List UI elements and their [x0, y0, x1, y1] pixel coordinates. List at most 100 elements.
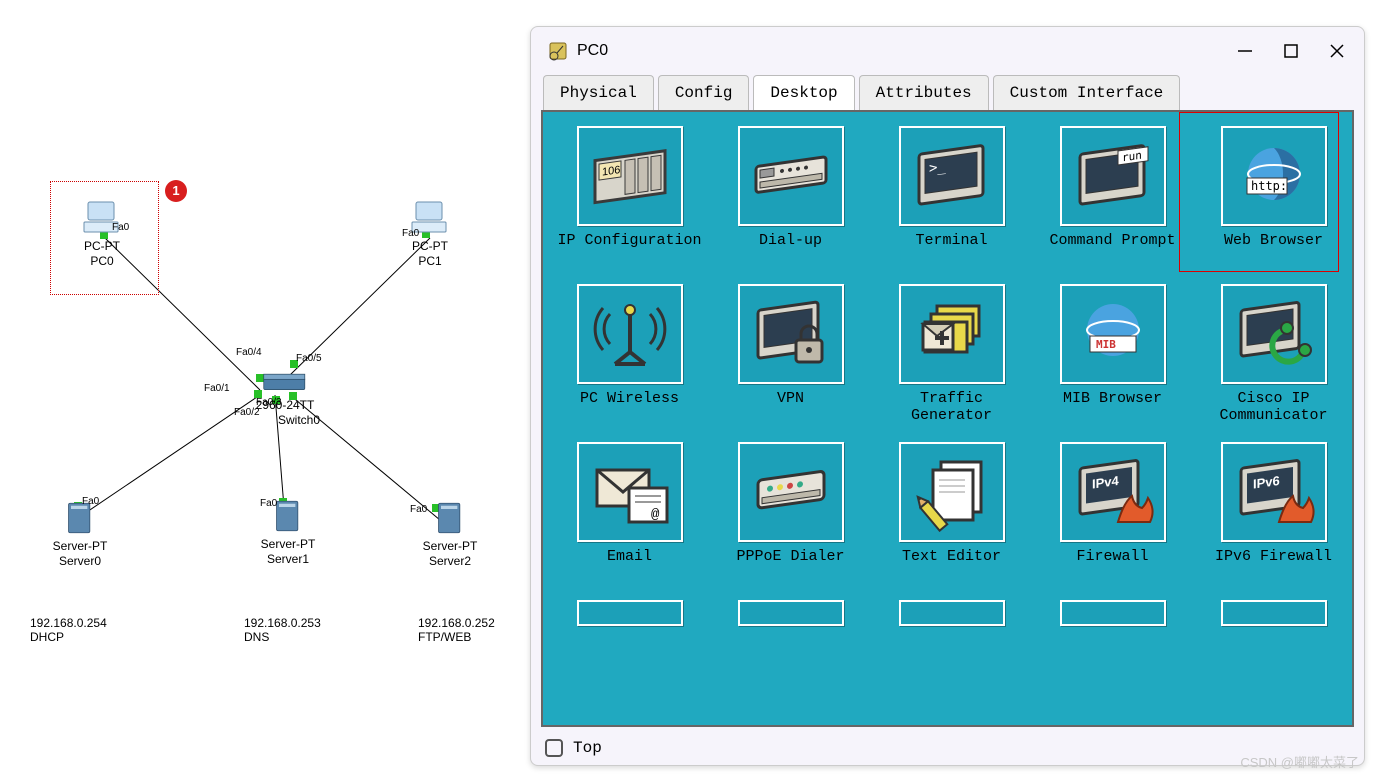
close-button[interactable] [1328, 42, 1346, 60]
device-name: Server0 [59, 554, 101, 568]
device-pc0[interactable]: Fa0 PC-PT PC0 [62, 200, 142, 268]
bottom-bar: Top [531, 731, 1364, 765]
mib-icon: MIB [1068, 294, 1158, 374]
device-type: Server-PT [53, 539, 108, 553]
app-label: Traffic Generator [879, 390, 1024, 426]
app-label: PC Wireless [580, 390, 679, 426]
device-type: 2960-24TT [256, 398, 315, 412]
desktop-pane[interactable]: 2 106 IP Configuration [541, 110, 1354, 727]
device-name: Server1 [267, 552, 309, 566]
port-label: Fa0 [260, 498, 277, 510]
tab-attributes[interactable]: Attributes [859, 75, 989, 110]
port-label: Fa0 [82, 496, 99, 508]
app-ip-communicator[interactable]: Cisco IP Communicator [1195, 278, 1352, 432]
port-label: Fa0/4 [236, 347, 262, 359]
app-pppoe-dialer[interactable]: PPPoE Dialer [712, 436, 869, 590]
svg-text:106: 106 [602, 164, 620, 179]
switch-icon [263, 365, 307, 401]
app-partial-5[interactable] [1195, 594, 1352, 632]
app-label: Dial-up [759, 232, 822, 268]
wireless-icon [585, 294, 675, 374]
app-mib-browser[interactable]: MIB MIB Browser [1034, 278, 1191, 432]
port-label: Fa0 [402, 228, 419, 240]
ip-note-server1: 192.168.0.253 DNS [244, 616, 321, 644]
app-icon [547, 40, 569, 62]
port-label: Fa0 [410, 504, 427, 516]
app-ip-configuration[interactable]: 106 IP Configuration [551, 120, 708, 274]
port-label: Fa0/1 [204, 383, 230, 395]
app-label: IPv6 Firewall [1215, 548, 1332, 584]
device-window[interactable]: PC0 Physical Config Desktop Attributes C… [530, 26, 1365, 766]
minimize-button[interactable] [1236, 42, 1254, 60]
svg-text:@: @ [651, 507, 660, 523]
svg-text:>_: >_ [929, 159, 946, 177]
tab-config[interactable]: Config [658, 75, 750, 110]
app-partial-4[interactable] [1034, 594, 1191, 632]
app-label: PPPoE Dialer [736, 548, 844, 584]
device-type: Server-PT [423, 539, 478, 553]
device-name: Switch0 [278, 413, 320, 427]
top-label: Top [573, 739, 602, 757]
app-vpn[interactable]: VPN [712, 278, 869, 432]
app-ipv6-firewall[interactable]: IPv6 IPv6 Firewall [1195, 436, 1352, 590]
app-terminal[interactable]: >_ Terminal [873, 120, 1030, 274]
app-label: Terminal [915, 232, 987, 268]
top-checkbox[interactable] [545, 739, 563, 757]
cmd-icon: run [1068, 136, 1158, 216]
app-label: Firewall [1076, 548, 1148, 584]
app-web-browser[interactable]: http: Web Browser [1195, 120, 1352, 274]
app-label: IP Configuration [557, 232, 701, 268]
app-traffic-generator[interactable]: Traffic Generator [873, 278, 1030, 432]
app-label: VPN [777, 390, 804, 426]
vpn-icon [746, 294, 836, 374]
browser-icon: http: [1229, 136, 1319, 216]
device-pc1[interactable]: Fa0 PC-PT PC1 [390, 200, 470, 268]
svg-text:http:: http: [1251, 179, 1287, 193]
svg-text:MIB: MIB [1096, 338, 1116, 351]
device-server1[interactable]: Fa0 Server-PT Server1 [238, 498, 338, 566]
device-server2[interactable]: Fa0 Server-PT Server2 [400, 500, 500, 568]
firewall6-icon: IPv6 [1229, 452, 1319, 532]
annotation-badge-1: 1 [165, 180, 187, 202]
port-label: Fa0/5 [296, 353, 322, 365]
tab-physical[interactable]: Physical [543, 75, 654, 110]
app-label: MIB Browser [1063, 390, 1162, 426]
maximize-button[interactable] [1282, 42, 1300, 60]
device-switch0[interactable]: Fa0/1 Fa0/4 Fa0/5 Fa0/3 Fa0/2 2960-24TT … [240, 365, 330, 433]
device-type: PC-PT [84, 239, 120, 253]
email-icon: @ [585, 452, 675, 532]
device-name: Server2 [429, 554, 471, 568]
app-firewall[interactable]: IPv4 Firewall [1034, 436, 1191, 590]
app-partial-1[interactable] [551, 594, 708, 632]
port-label: Fa0 [112, 222, 129, 234]
device-type: PC-PT [412, 239, 448, 253]
tab-desktop[interactable]: Desktop [753, 75, 854, 110]
app-label: Web Browser [1224, 232, 1323, 268]
ip-communicator-icon [1229, 294, 1319, 374]
svg-text:run: run [1122, 149, 1142, 165]
network-topology[interactable]: 1 Fa0 PC-PT PC0 Fa0 PC-PT PC1 Fa0/1 Fa0/… [0, 0, 540, 777]
app-text-editor[interactable]: Text Editor [873, 436, 1030, 590]
device-server0[interactable]: Fa0 Server-PT Server0 [30, 500, 130, 568]
app-command-prompt[interactable]: run Command Prompt [1034, 120, 1191, 274]
app-label: Command Prompt [1049, 232, 1175, 268]
app-label: Email [607, 548, 652, 584]
device-name: PC1 [418, 254, 441, 268]
text-editor-icon [907, 452, 997, 532]
app-label: Cisco IP Communicator [1201, 390, 1346, 426]
app-partial-3[interactable] [873, 594, 1030, 632]
device-name: PC0 [90, 254, 113, 268]
server-icon [428, 500, 472, 536]
window-title: PC0 [577, 42, 1228, 60]
app-dialup[interactable]: Dial-up [712, 120, 869, 274]
tab-custom[interactable]: Custom Interface [993, 75, 1181, 110]
app-partial-2[interactable] [712, 594, 869, 632]
app-email[interactable]: @ Email [551, 436, 708, 590]
device-type: Server-PT [261, 537, 316, 551]
titlebar[interactable]: PC0 [531, 27, 1364, 75]
modem-icon [746, 136, 836, 216]
ip-note-server2: 192.168.0.252 FTP/WEB [418, 616, 495, 644]
tab-bar: Physical Config Desktop Attributes Custo… [531, 75, 1364, 110]
firewall-icon: IPv4 [1068, 452, 1158, 532]
app-pc-wireless[interactable]: PC Wireless [551, 278, 708, 432]
